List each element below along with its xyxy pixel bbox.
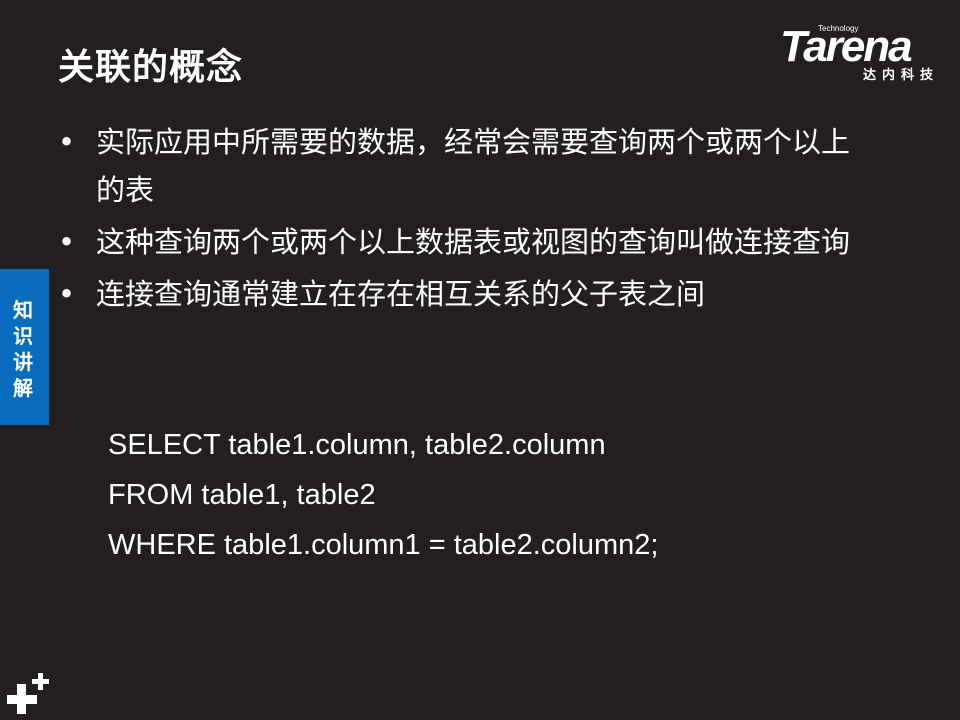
logo-chinese: 达内科技: [862, 68, 939, 83]
code-line: FROM table1, table2: [108, 479, 376, 511]
sql-code-block: SELECT table1.column, table2.column FROM…: [108, 420, 658, 570]
slide-title: 关联的概念: [58, 47, 244, 88]
bullet-item: 实际应用中所需要的数据，经常会需要查询两个或两个以上的表: [58, 118, 878, 214]
bullet-item: 这种查询两个或两个以上数据表或视图的查询叫做连接查询: [58, 218, 878, 266]
tarena-logo: Tarena Technology 达内科技: [780, 20, 945, 85]
logo-tagline: Technology: [818, 24, 859, 33]
side-tab-knowledge: 知识讲解: [0, 269, 49, 425]
code-line: SELECT table1.column, table2.column: [108, 429, 606, 461]
side-tab-label: 知识讲解: [13, 298, 33, 400]
bullet-item: 连接查询通常建立在存在相互关系的父子表之间: [58, 270, 878, 318]
code-line: WHERE table1.column1 = table2.column2;: [108, 529, 659, 561]
bullet-list: 实际应用中所需要的数据，经常会需要查询两个或两个以上的表 这种查询两个或两个以上…: [58, 118, 878, 322]
plus-icon: [7, 673, 49, 714]
